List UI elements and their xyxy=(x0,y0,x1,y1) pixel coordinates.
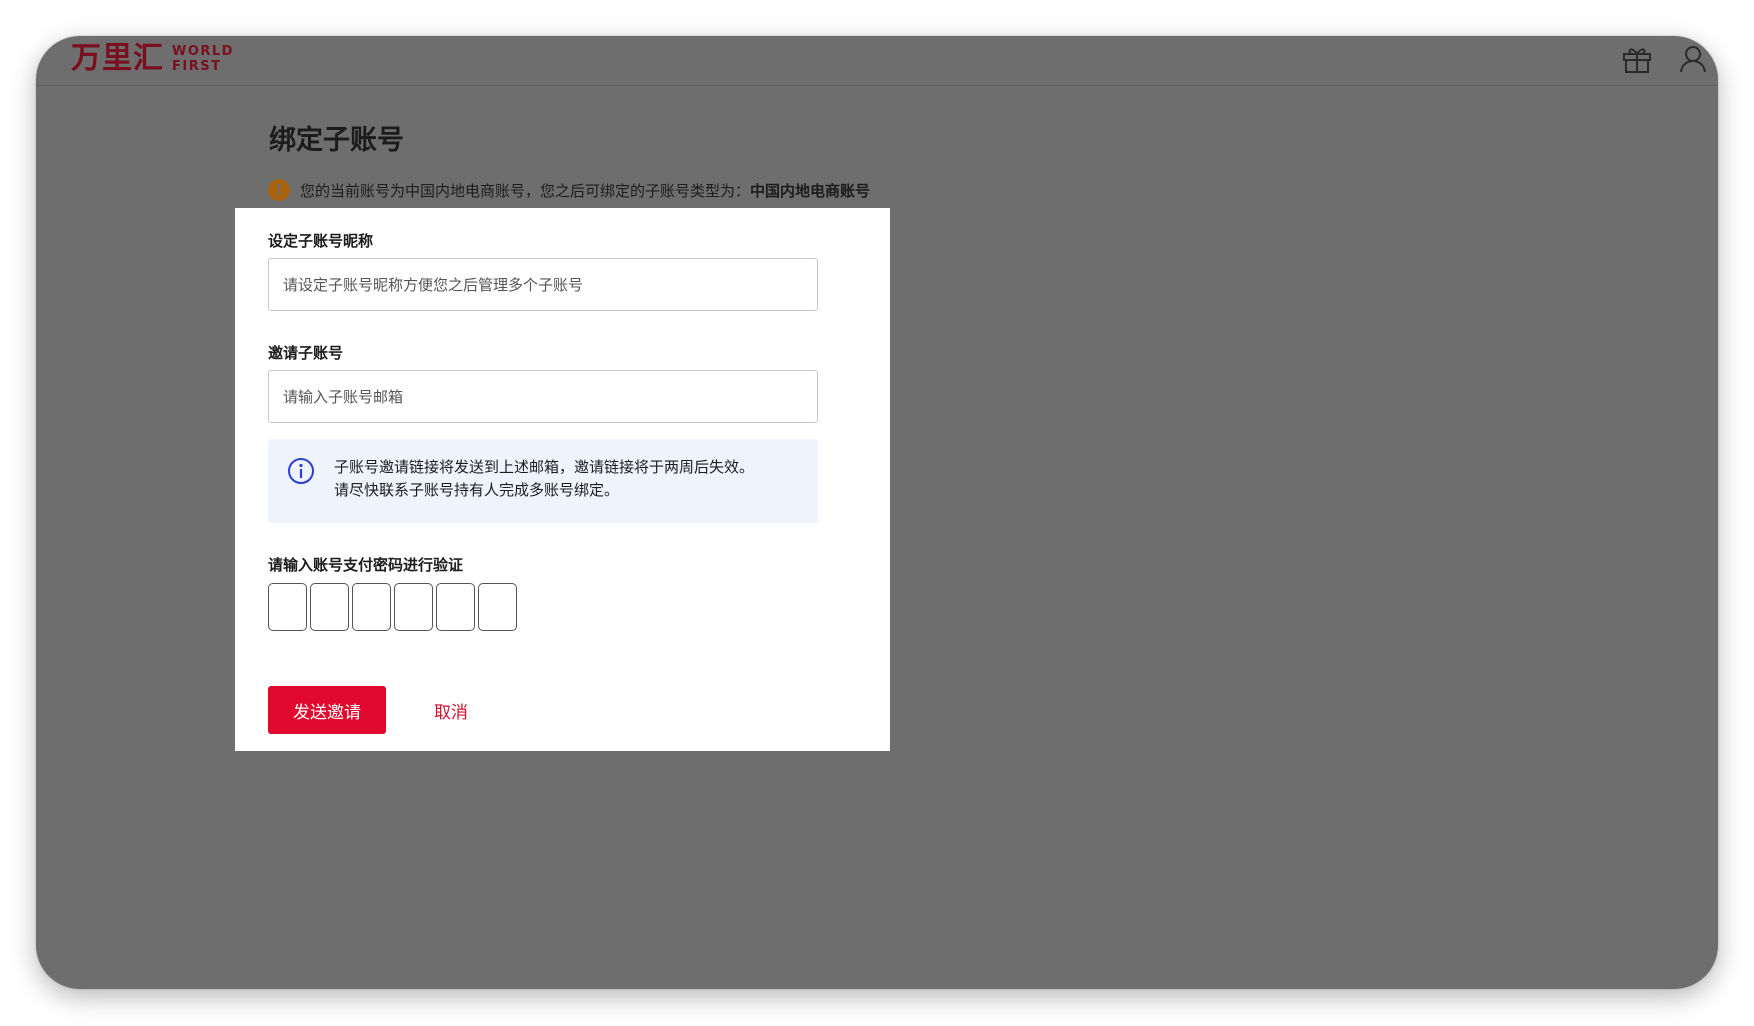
bind-subaccount-dialog: 设定子账号昵称 邀请子账号 子账号邀请链接将发送到上述邮箱，邀请链接将于两周后失… xyxy=(235,208,890,751)
notice-text: 您的当前账号为中国内地电商账号，您之后可绑定的子账号类型为： xyxy=(300,181,751,200)
pin-digit-box[interactable] xyxy=(310,583,349,631)
pin-digit-box[interactable] xyxy=(394,583,433,631)
info-line-2: 请尽快联系子账号持有人完成多账号绑定。 xyxy=(334,481,620,499)
info-line-1: 子账号邀请链接将发送到上述邮箱，邀请链接将于两周后失效。 xyxy=(334,458,755,476)
email-input[interactable] xyxy=(268,370,818,423)
logo-en-line2: FIRST xyxy=(172,59,222,74)
info-banner: 子账号邀请链接将发送到上述邮箱，邀请链接将于两周后失效。 请尽快联系子账号持有人… xyxy=(268,439,818,523)
warning-icon: ! xyxy=(268,179,290,201)
cancel-button[interactable]: 取消 xyxy=(434,698,468,723)
password-label: 请输入账号支付密码进行验证 xyxy=(268,556,464,574)
pin-digit-box[interactable] xyxy=(436,583,475,631)
nickname-input[interactable] xyxy=(268,258,818,311)
user-icon[interactable] xyxy=(1676,42,1710,76)
info-text: 子账号邀请链接将发送到上述邮箱，邀请链接将于两周后失效。 请尽快联系子账号持有人… xyxy=(334,456,754,502)
pin-digit-box[interactable] xyxy=(268,583,307,631)
logo-chinese: 万里汇 xyxy=(71,41,164,76)
gift-icon[interactable] xyxy=(1620,42,1654,76)
account-type-notice: ! 您的当前账号为中国内地电商账号，您之后可绑定的子账号类型为： 中国内地电商账… xyxy=(268,179,870,201)
app-window: 万里汇 WORLD FIRST 绑定子账号 ! 您的当前账号为中国内地电商账号，… xyxy=(36,36,1718,989)
pin-digit-box[interactable] xyxy=(352,583,391,631)
nickname-label: 设定子账号昵称 xyxy=(268,232,374,250)
notice-account-type: 中国内地电商账号 xyxy=(750,181,871,200)
logo-english: WORLD FIRST xyxy=(172,44,234,74)
page-title: 绑定子账号 xyxy=(269,125,404,156)
logo-en-line1: WORLD xyxy=(172,44,234,59)
worldfirst-logo[interactable]: 万里汇 WORLD FIRST xyxy=(71,41,234,77)
invite-label: 邀请子账号 xyxy=(268,344,344,362)
info-icon xyxy=(288,458,314,484)
send-invite-button[interactable]: 发送邀请 xyxy=(268,686,386,734)
top-bar: 万里汇 WORLD FIRST xyxy=(36,36,1718,86)
pin-digit-box[interactable] xyxy=(478,583,517,631)
payment-password-input[interactable] xyxy=(268,583,520,631)
